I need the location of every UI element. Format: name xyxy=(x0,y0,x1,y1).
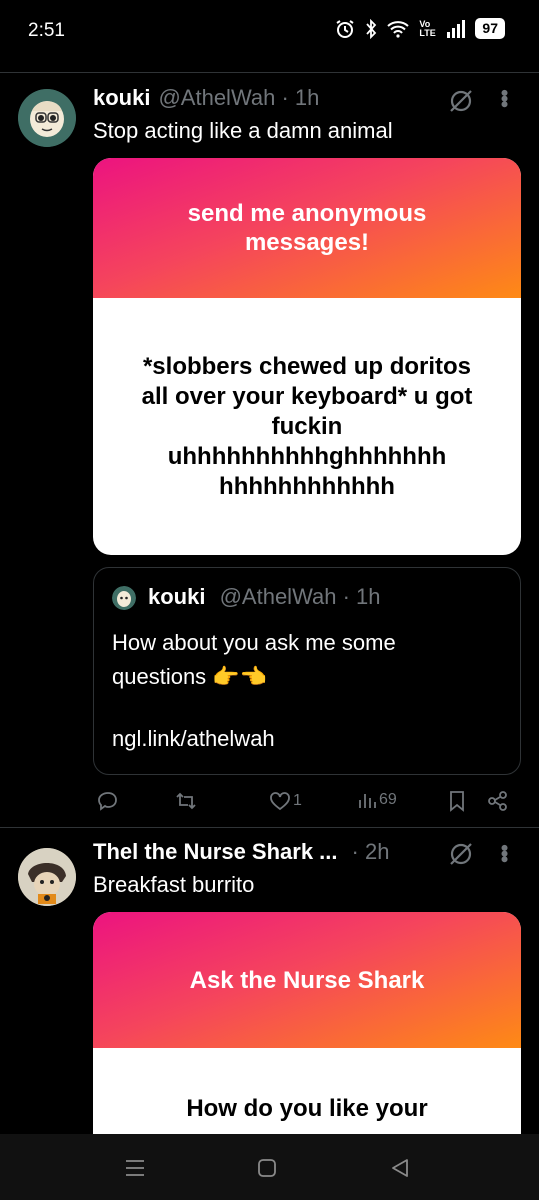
quote-link[interactable]: ngl.link/athelwah xyxy=(112,726,275,752)
reply-icon xyxy=(98,792,117,811)
ngl-card-body: How do you like your xyxy=(93,1048,521,1134)
more-icon[interactable]: ••• xyxy=(491,844,517,861)
retweet-icon xyxy=(176,792,196,810)
quote-text: How about you ask me some questions 👉👈 xyxy=(112,630,396,689)
handle-time[interactable]: · 2h xyxy=(352,839,390,865)
avatar[interactable] xyxy=(18,848,76,906)
more-icon[interactable]: ••• xyxy=(491,89,517,106)
like-icon xyxy=(270,792,290,811)
quote-header: kouki @AthelWah · 1h xyxy=(148,584,381,610)
share-icon xyxy=(488,791,507,811)
share-button[interactable] xyxy=(487,790,509,812)
tweet-text: Breakfast burrito xyxy=(93,872,255,897)
views-icon xyxy=(359,794,376,808)
reply-button[interactable] xyxy=(97,790,121,812)
tweet-actions: 1 69 xyxy=(93,786,521,818)
like-button[interactable]: 1 xyxy=(269,790,302,812)
views-count: 69 xyxy=(379,791,397,808)
grok-icon[interactable] xyxy=(448,841,474,867)
quote-tweet[interactable]: kouki @AthelWah · 1h How about you ask m… xyxy=(93,567,521,775)
tweet-text: Stop acting like a damn animal xyxy=(93,118,393,143)
tweet-header: kouki @AthelWah · 1h xyxy=(93,85,319,111)
views-button[interactable]: 69 xyxy=(357,790,397,810)
like-count: 1 xyxy=(293,792,302,809)
ngl-card-image[interactable]: Ask the Nurse Shark How do you like your xyxy=(93,912,521,1134)
wifi-icon xyxy=(387,20,410,38)
ngl-card-message: *slobbers chewed up doritos all over you… xyxy=(141,352,473,500)
ngl-card-header-text: send me anonymous messages! xyxy=(187,200,427,256)
system-nav-bar xyxy=(0,1134,539,1200)
alarm-icon xyxy=(336,19,354,38)
avatar[interactable] xyxy=(18,89,76,147)
battery-icon: 97 xyxy=(475,18,505,39)
bookmark-button[interactable] xyxy=(447,790,467,812)
ngl-card-message: How do you like your xyxy=(186,1095,428,1122)
status-bar: 2:51 Vo LTE 97 xyxy=(0,0,539,64)
ngl-card-header: Ask the Nurse Shark xyxy=(93,912,521,1048)
quote-display-name: kouki xyxy=(148,584,206,609)
top-divider xyxy=(0,72,539,73)
nav-back-icon[interactable] xyxy=(390,1158,410,1178)
volte-label: Vo LTE xyxy=(419,18,436,38)
quote-handle-time: @AthelWah · 1h xyxy=(219,584,381,609)
nav-menu-icon[interactable] xyxy=(124,1158,146,1178)
nav-home-icon[interactable] xyxy=(257,1158,277,1178)
bluetooth-icon xyxy=(366,18,377,39)
ngl-card-header-text: Ask the Nurse Shark xyxy=(189,966,425,994)
handle-time[interactable]: @AthelWah · 1h xyxy=(158,85,319,111)
display-name[interactable]: kouki xyxy=(93,85,150,111)
status-time: 2:51 xyxy=(28,20,65,41)
bookmark-icon xyxy=(450,791,464,812)
tweet-divider xyxy=(0,827,539,828)
grok-icon[interactable] xyxy=(448,88,474,114)
ngl-card-header: send me anonymous messages! xyxy=(93,158,521,298)
ngl-card-body: *slobbers chewed up doritos all over you… xyxy=(93,298,521,555)
display-name[interactable]: Thel the Nurse Shark ... xyxy=(93,839,338,865)
ngl-card-image[interactable]: send me anonymous messages! *slobbers ch… xyxy=(93,158,521,555)
quote-avatar xyxy=(112,586,136,610)
status-icons: Vo LTE 97 xyxy=(335,18,505,39)
signal-icon xyxy=(447,19,466,38)
retweet-button[interactable] xyxy=(175,790,199,812)
tweet-header: Thel the Nurse Shark ... · 2h xyxy=(93,839,389,865)
